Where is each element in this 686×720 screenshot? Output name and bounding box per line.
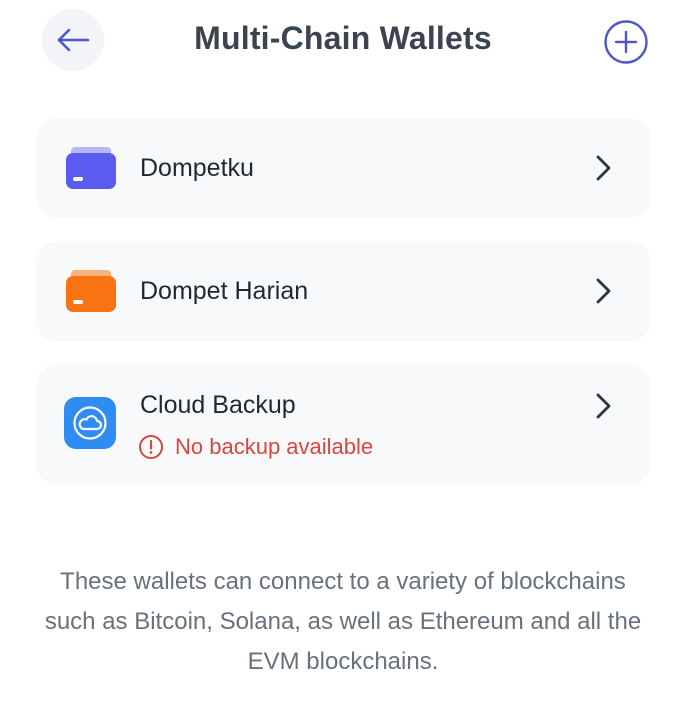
wallet-icon: [66, 270, 116, 312]
chevron-right-icon: [596, 393, 611, 419]
wallet-card-dompet-harian[interactable]: Dompet Harian: [36, 241, 651, 342]
chevron-right-icon: [596, 278, 611, 304]
page-title: Multi-Chain Wallets: [194, 20, 492, 56]
cloud-icon: [64, 397, 116, 449]
backup-title: Cloud Backup: [140, 391, 296, 419]
add-wallet-button[interactable]: [603, 19, 649, 65]
cloud-backup-card[interactable]: Cloud Backup No backup available: [36, 364, 651, 485]
wallet-name: Dompet Harian: [140, 277, 309, 305]
chevron-right-icon: [596, 155, 611, 181]
backup-status-text: No backup available: [175, 434, 374, 459]
plus-circle-icon: [604, 20, 648, 64]
header: Multi-Chain Wallets: [0, 0, 686, 84]
backup-status: No backup available: [138, 434, 373, 460]
wallet-name: Dompetku: [140, 154, 254, 182]
wallet-icon: [66, 147, 116, 189]
wallet-card-dompetku[interactable]: Dompetku: [36, 118, 651, 218]
blockchain-info-text: These wallets can connect to a variety o…: [44, 568, 642, 675]
alert-circle-icon: [139, 435, 163, 459]
